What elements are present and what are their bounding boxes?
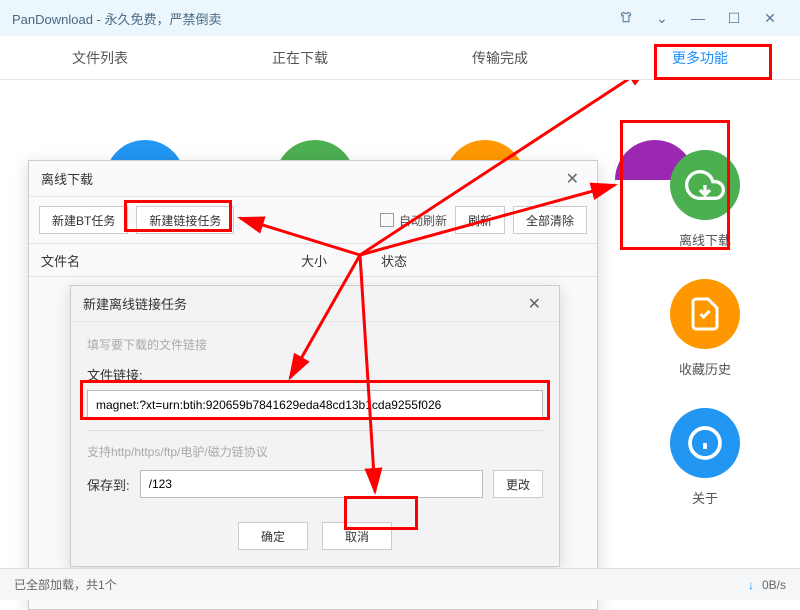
close-button[interactable]: ✕ [752,10,788,27]
clear-all-button[interactable]: 全部清除 [513,206,587,234]
save-label: 保存到: [87,475,130,494]
link-input[interactable] [87,390,543,420]
save-row: 保存到: 更改 [87,470,543,498]
maximize-button[interactable]: ☐ [716,10,752,27]
speed-text: 0B/s [762,578,786,592]
sidebar-item-history[interactable]: 收藏历史 [670,279,740,378]
sidebar: 离线下载 收藏历史 关于 [670,150,740,507]
checkbox-label: 自动刷新 [399,212,447,229]
protocol-hint: 支持http/https/ftp/电驴/磁力链协议 [87,430,543,460]
sidebar-item-about[interactable]: 关于 [670,408,740,507]
sidebar-item-label: 收藏历史 [679,359,731,378]
statusbar: 已全部加载，共1个 ↓ 0B/s [0,568,800,600]
sidebar-item-label: 离线下载 [679,230,731,249]
tab-more[interactable]: 更多功能 [600,36,800,79]
refresh-button[interactable]: 刷新 [455,206,505,234]
save-path-input[interactable] [140,470,483,498]
status-text: 已全部加载，共1个 [14,576,748,593]
cancel-button[interactable]: 取消 [322,522,392,550]
tab-bar: 文件列表 正在下载 传输完成 更多功能 [0,36,800,80]
download-icon: ↓ [748,578,754,592]
auto-refresh-checkbox[interactable]: 自动刷新 [380,212,447,229]
tab-completed[interactable]: 传输完成 [400,36,600,79]
dialog-toolbar: 新建BT任务 新建链接任务 自动刷新 刷新 全部清除 [29,197,597,243]
dialog-title: 离线下载 [41,169,560,188]
dialog-footer: 确定 取消 [71,512,559,566]
col-size: 大小 [301,251,381,270]
ok-button[interactable]: 确定 [238,522,308,550]
col-status: 状态 [381,251,585,270]
link-label: 文件链接: [87,365,543,384]
new-bt-button[interactable]: 新建BT任务 [39,206,128,234]
window-title: PanDownload - 永久免费，严禁倒卖 [12,9,608,28]
tab-downloading[interactable]: 正在下载 [200,36,400,79]
col-filename: 文件名 [41,251,301,270]
close-icon[interactable]: ✕ [560,169,585,189]
cloud-download-icon [670,150,740,220]
dialog-body: 填写要下载的文件链接 文件链接: 支持http/https/ftp/电驴/磁力链… [71,322,559,512]
dialog-header: 离线下载 ✕ [29,161,597,197]
minimize-button[interactable]: — [680,10,716,26]
history-icon [670,279,740,349]
dialog-title: 新建离线链接任务 [83,294,522,313]
new-link-button[interactable]: 新建链接任务 [136,206,234,234]
info-icon [670,408,740,478]
dropdown-icon[interactable]: ⌄ [644,10,680,27]
dialog-header: 新建离线链接任务 ✕ [71,286,559,322]
sidebar-item-offline[interactable]: 离线下载 [670,150,740,249]
titlebar: PanDownload - 永久免费，严禁倒卖 ⌄ — ☐ ✕ [0,0,800,36]
new-link-task-dialog: 新建离线链接任务 ✕ 填写要下载的文件链接 文件链接: 支持http/https… [70,285,560,567]
hint-text: 填写要下载的文件链接 [87,336,543,353]
main-area: 离线下载 收藏历史 关于 离线下载 ✕ 新建BT任务 新建链接任务 自动刷新 [0,80,800,560]
checkbox-box [380,213,394,227]
theme-icon[interactable] [608,10,644,27]
change-button[interactable]: 更改 [493,470,543,498]
tab-filelist[interactable]: 文件列表 [0,36,200,79]
table-header: 文件名 大小 状态 [29,243,597,277]
sidebar-item-label: 关于 [692,488,718,507]
close-icon[interactable]: ✕ [522,294,547,314]
